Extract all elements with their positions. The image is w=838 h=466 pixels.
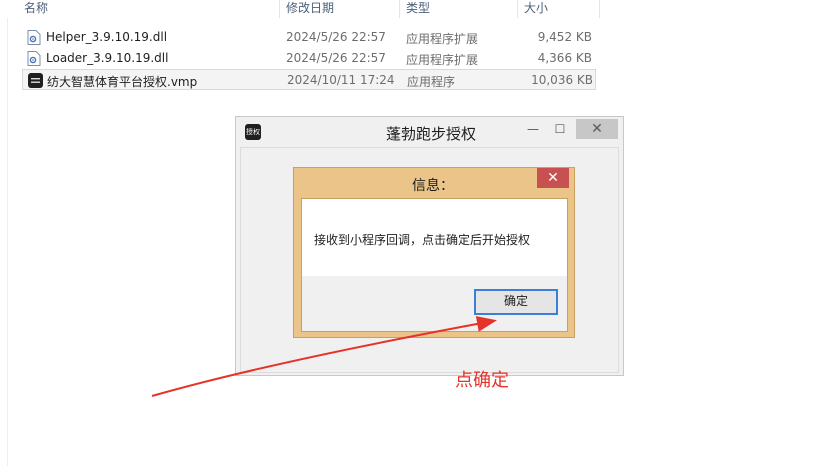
annotation-label: 点确定 — [455, 370, 509, 391]
annotation-arrow-icon — [151, 316, 497, 397]
